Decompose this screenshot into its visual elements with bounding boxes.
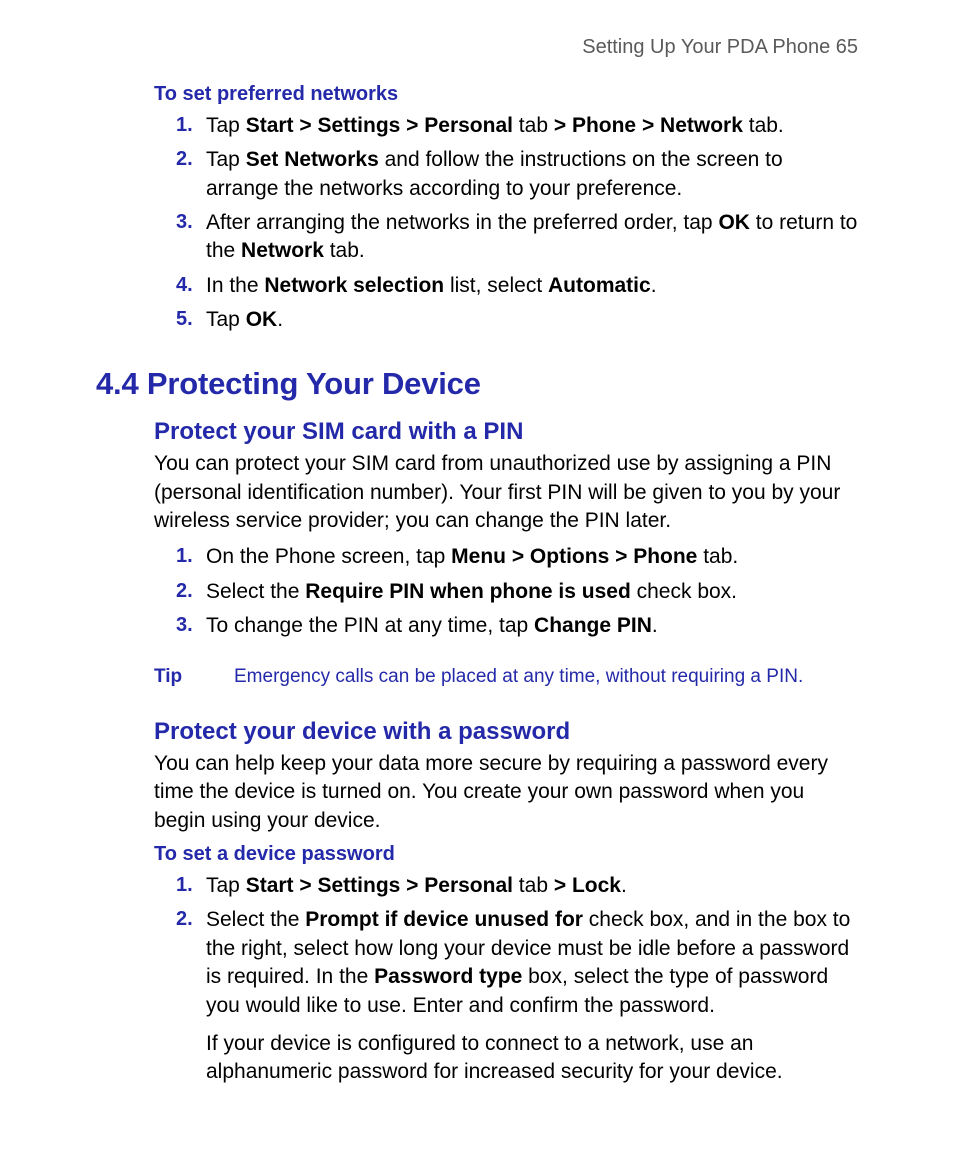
list-number: 1. [176,543,193,570]
list-item: 4. In the Network selection list, select… [180,272,858,300]
bold: Automatic [548,274,651,297]
text: Tap [206,148,246,171]
list-item: 1. Tap Start > Settings > Personal tab >… [180,112,858,140]
paragraph: You can help keep your data more secure … [154,750,858,835]
bold: Network [241,239,324,262]
section-title: 4.4 Protecting Your Device [96,366,858,402]
list-number: 1. [176,112,193,139]
text: tab [513,114,554,137]
bold: OK [718,211,750,234]
bold: Network selection [264,274,444,297]
list-password: 1. Tap Start > Settings > Personal tab >… [96,872,858,1086]
text: Tap [206,308,246,331]
bold: Start > Settings > Personal [246,874,513,897]
list-item: 3. To change the PIN at any time, tap Ch… [180,612,858,640]
text: To change the PIN at any time, tap [206,614,534,637]
sub-heading-password: To set a device password [154,843,858,866]
text: . [651,274,657,297]
list-item: 1. On the Phone screen, tap Menu > Optio… [180,543,858,571]
list-number: 2. [176,146,193,173]
list-number: 2. [176,906,193,933]
list-item: 3. After arranging the networks in the p… [180,209,858,266]
bold: OK [246,308,278,331]
text: After arranging the networks in the pref… [206,211,718,234]
tip-row: Tip Emergency calls can be placed at any… [154,664,858,690]
bold: Set Networks [246,148,379,171]
text: tab. [697,545,738,568]
list-item: 2. Select the Prompt if device unused fo… [180,906,858,1086]
bold: Password type [374,965,522,988]
sub-heading-networks: To set preferred networks [154,83,858,106]
list-item: 2. Select the Require PIN when phone is … [180,578,858,606]
running-header: Setting Up Your PDA Phone 65 [96,36,858,59]
bold: > Phone > Network [554,114,743,137]
list-number: 2. [176,578,193,605]
text: tab. [324,239,365,262]
list-number: 5. [176,306,193,333]
text: On the Phone screen, tap [206,545,451,568]
tip-label: Tip [154,664,234,690]
paragraph: If your device is configured to connect … [206,1030,858,1087]
page: Setting Up Your PDA Phone 65 To set pref… [0,0,954,1173]
text: Select the [206,908,305,931]
list-networks: 1. Tap Start > Settings > Personal tab >… [96,112,858,334]
bold: Change PIN [534,614,652,637]
list-sim-pin: 1. On the Phone screen, tap Menu > Optio… [96,543,858,640]
list-number: 3. [176,612,193,639]
paragraph: You can protect your SIM card from unaut… [154,450,858,535]
list-item: 1. Tap Start > Settings > Personal tab >… [180,872,858,900]
text: Tap [206,874,246,897]
bold: Require PIN when phone is used [305,580,631,603]
bold: Start > Settings > Personal [246,114,513,137]
bold: Menu > Options > Phone [451,545,697,568]
text: . [652,614,658,637]
text: check box. [631,580,737,603]
text: In the [206,274,264,297]
list-item: 5. Tap OK. [180,306,858,334]
list-number: 3. [176,209,193,236]
text: list, select [444,274,548,297]
bold: > Lock [554,874,621,897]
list-item: 2. Tap Set Networks and follow the instr… [180,146,858,203]
heading-sim-pin: Protect your SIM card with a PIN [154,418,858,446]
text: tab [513,874,554,897]
text: Select the [206,580,305,603]
heading-password: Protect your device with a password [154,718,858,746]
text: . [277,308,283,331]
list-number: 1. [176,872,193,899]
list-number: 4. [176,272,193,299]
text: . [621,874,627,897]
tip-body: Emergency calls can be placed at any tim… [234,664,858,690]
text: tab. [743,114,784,137]
bold: Prompt if device unused for [305,908,583,931]
text: Tap [206,114,246,137]
